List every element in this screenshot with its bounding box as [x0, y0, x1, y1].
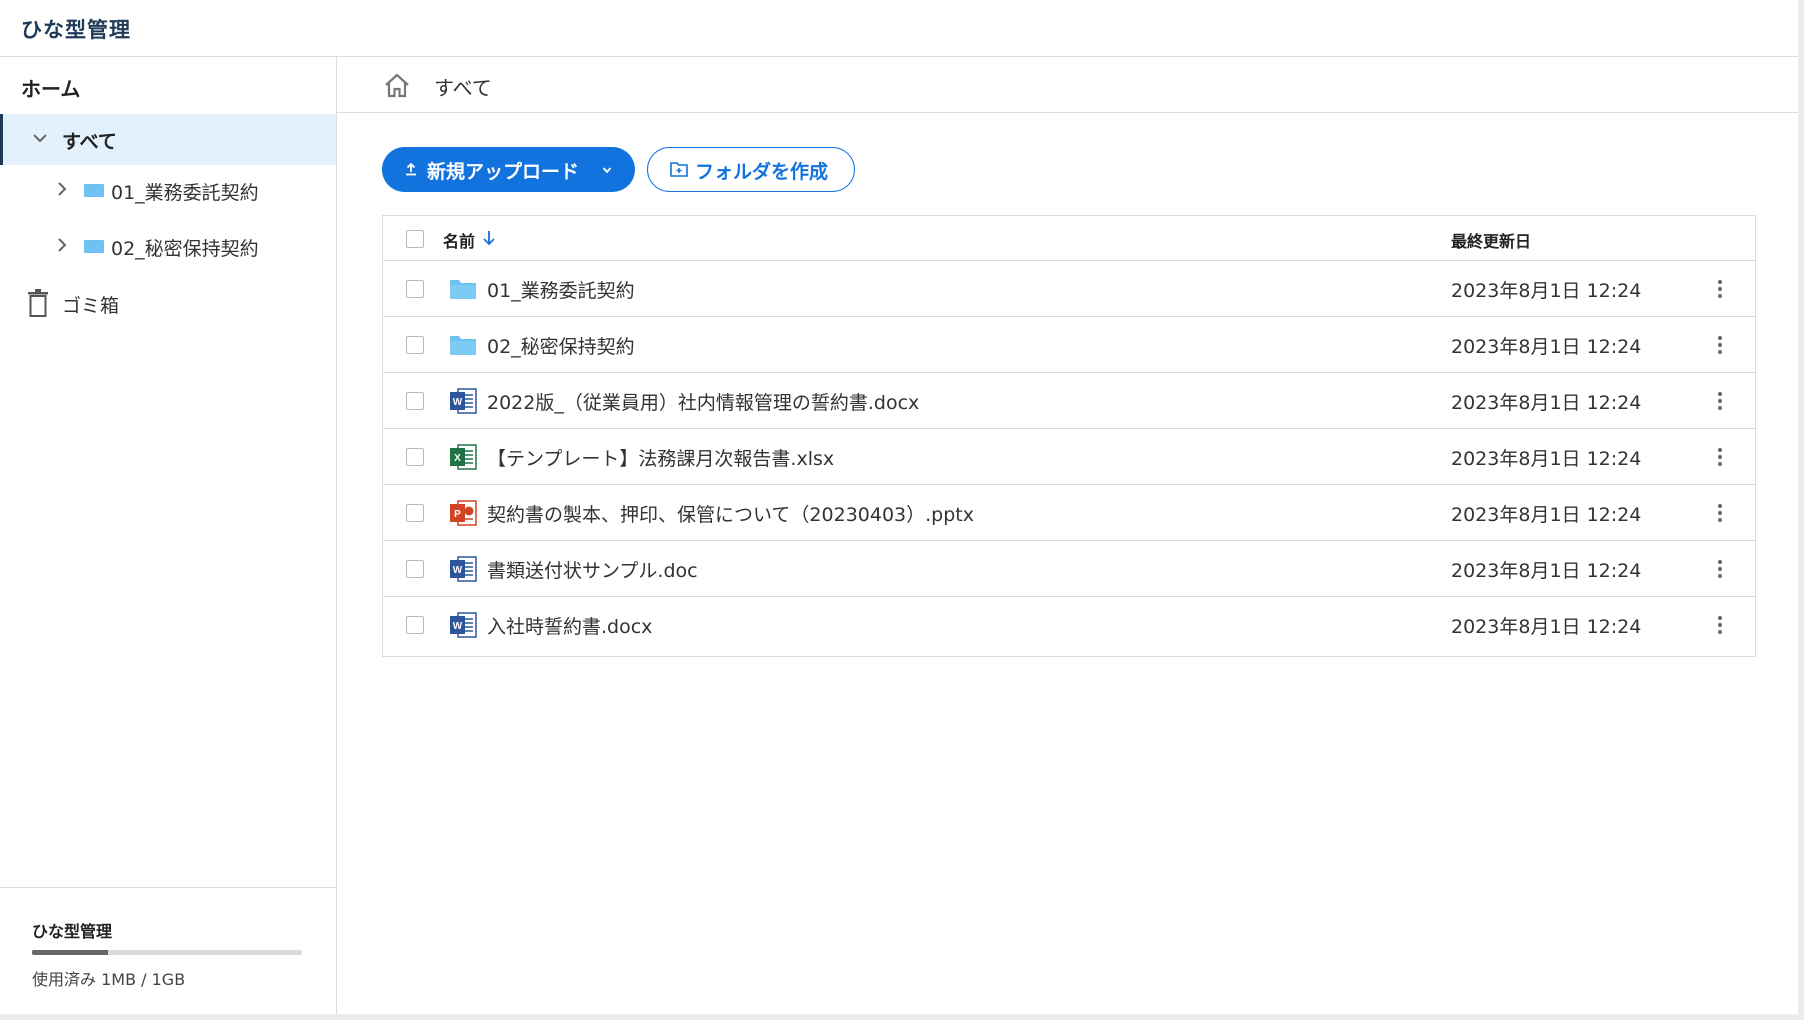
sidebar-folder-label: 01_業務委託契約: [111, 182, 259, 204]
folder-icon: [449, 331, 477, 359]
svg-text:W: W: [453, 621, 463, 632]
file-updated-date: 2023年8月1日 12:24: [1451, 448, 1642, 470]
folder-icon: [84, 240, 104, 253]
more-vertical-icon[interactable]: [1715, 557, 1725, 581]
more-vertical-icon[interactable]: [1715, 277, 1725, 301]
file-name[interactable]: 入社時誓約書.docx: [487, 612, 652, 639]
row-checkbox[interactable]: [406, 392, 424, 410]
select-all-checkbox[interactable]: [406, 230, 424, 248]
file-updated-date: 2023年8月1日 12:24: [1451, 504, 1642, 526]
storage-progress-bar: [32, 950, 302, 955]
row-checkbox[interactable]: [406, 448, 424, 466]
more-vertical-icon[interactable]: [1715, 501, 1725, 525]
app-title: ひな型管理: [21, 18, 131, 42]
upload-button-label: 新規アップロード: [427, 161, 580, 183]
folder-icon: [84, 184, 104, 197]
breadcrumb: すべて: [337, 57, 1798, 113]
svg-text:W: W: [453, 565, 463, 576]
row-checkbox[interactable]: [406, 336, 424, 354]
sidebar: ホーム すべて 01_業務委託契約 02_秘密保持契約 ゴミ箱 ひな型管理 使用…: [0, 57, 337, 1014]
chevron-down-icon[interactable]: [29, 127, 51, 149]
storage-usage-text: 使用済み 1MB / 1GB: [32, 970, 186, 989]
column-header-name[interactable]: 名前: [443, 228, 475, 252]
sidebar-item-label: ゴミ箱: [62, 295, 120, 317]
file-table: 名前 最終更新日 01_業務委託契約 2023年8月1日 12:24 02_秘密保持…: [382, 215, 1756, 657]
svg-text:W: W: [453, 397, 463, 408]
powerpoint-file-icon: P: [449, 499, 477, 527]
sidebar-item-label: すべて: [62, 131, 117, 153]
main-content: すべて 新規アップロード フォルダを作成 名前 最終更新日 01_業務委託契約 …: [337, 57, 1798, 1014]
upload-icon: [406, 162, 416, 176]
table-header: 名前 最終更新日: [383, 216, 1755, 261]
row-checkbox[interactable]: [406, 616, 424, 634]
table-row[interactable]: W 入社時誓約書.docx 2023年8月1日 12:24: [383, 597, 1755, 653]
word-file-icon: W: [449, 387, 477, 415]
file-updated-date: 2023年8月1日 12:24: [1451, 616, 1642, 638]
table-row[interactable]: 02_秘密保持契約 2023年8月1日 12:24: [383, 317, 1755, 373]
chevron-right-icon[interactable]: [52, 235, 72, 255]
upload-button[interactable]: 新規アップロード: [382, 147, 635, 192]
more-vertical-icon[interactable]: [1715, 333, 1725, 357]
file-name[interactable]: 2022版_（従業員用）社内情報管理の誓約書.docx: [487, 388, 919, 415]
sidebar-folder-item[interactable]: 02_秘密保持契約: [0, 223, 336, 269]
sidebar-folder-label: 02_秘密保持契約: [111, 238, 259, 260]
file-name[interactable]: 02_秘密保持契約: [487, 332, 635, 359]
table-row[interactable]: P 契約書の製本、押印、保管について（20230403）.pptx 2023年8月1…: [383, 485, 1755, 541]
file-updated-date: 2023年8月1日 12:24: [1451, 280, 1642, 302]
table-row[interactable]: W 書類送付状サンプル.doc 2023年8月1日 12:24: [383, 541, 1755, 597]
chevron-down-icon: [602, 167, 612, 174]
sidebar-item-all[interactable]: すべて: [0, 114, 336, 165]
excel-file-icon: X: [449, 443, 477, 471]
row-checkbox[interactable]: [406, 504, 424, 522]
trash-icon: [28, 289, 48, 317]
storage-usage: ひな型管理 使用済み 1MB / 1GB: [0, 887, 336, 1014]
file-name[interactable]: 契約書の製本、押印、保管について（20230403）.pptx: [487, 500, 974, 527]
app-header: ひな型管理: [0, 0, 1804, 57]
home-icon[interactable]: [383, 71, 411, 99]
storage-progress-fill: [32, 950, 108, 955]
sidebar-item-home[interactable]: ホーム: [21, 73, 80, 102]
sort-arrow-down-icon[interactable]: [481, 229, 497, 247]
table-row[interactable]: X 【テンプレート】法務課月次報告書.xlsx 2023年8月1日 12:24: [383, 429, 1755, 485]
app-window: ひな型管理 ホーム すべて 01_業務委託契約 02_秘密保持契約 ゴミ箱 ひな…: [0, 0, 1804, 1020]
word-file-icon: W: [449, 555, 477, 583]
folder-add-icon: [670, 162, 688, 177]
sidebar-item-trash[interactable]: ゴミ箱: [26, 289, 326, 319]
file-name[interactable]: 【テンプレート】法務課月次報告書.xlsx: [487, 444, 834, 471]
column-header-updated[interactable]: 最終更新日: [1451, 228, 1531, 252]
more-vertical-icon[interactable]: [1715, 613, 1725, 637]
more-vertical-icon[interactable]: [1715, 389, 1725, 413]
storage-name: ひな型管理: [32, 922, 113, 941]
row-checkbox[interactable]: [406, 560, 424, 578]
window-bottom-edge: [0, 1014, 1804, 1020]
svg-text:P: P: [454, 509, 461, 520]
chevron-right-icon[interactable]: [52, 179, 72, 199]
word-file-icon: W: [449, 611, 477, 639]
svg-text:X: X: [454, 453, 461, 464]
sidebar-folder-item[interactable]: 01_業務委託契約: [0, 167, 336, 213]
create-folder-button[interactable]: フォルダを作成: [647, 147, 855, 192]
breadcrumb-current: すべて: [434, 76, 492, 100]
scrollbar-track[interactable]: [1798, 0, 1804, 1020]
more-vertical-icon[interactable]: [1715, 445, 1725, 469]
row-checkbox[interactable]: [406, 280, 424, 298]
create-folder-button-label: フォルダを作成: [695, 161, 829, 183]
table-row[interactable]: W 2022版_（従業員用）社内情報管理の誓約書.docx 2023年8月1日 12…: [383, 373, 1755, 429]
folder-icon: [449, 275, 477, 303]
file-updated-date: 2023年8月1日 12:24: [1451, 560, 1642, 582]
file-name[interactable]: 01_業務委託契約: [487, 276, 635, 303]
file-updated-date: 2023年8月1日 12:24: [1451, 336, 1642, 358]
table-row[interactable]: 01_業務委託契約 2023年8月1日 12:24: [383, 261, 1755, 317]
file-updated-date: 2023年8月1日 12:24: [1451, 392, 1642, 414]
file-name[interactable]: 書類送付状サンプル.doc: [487, 556, 698, 583]
